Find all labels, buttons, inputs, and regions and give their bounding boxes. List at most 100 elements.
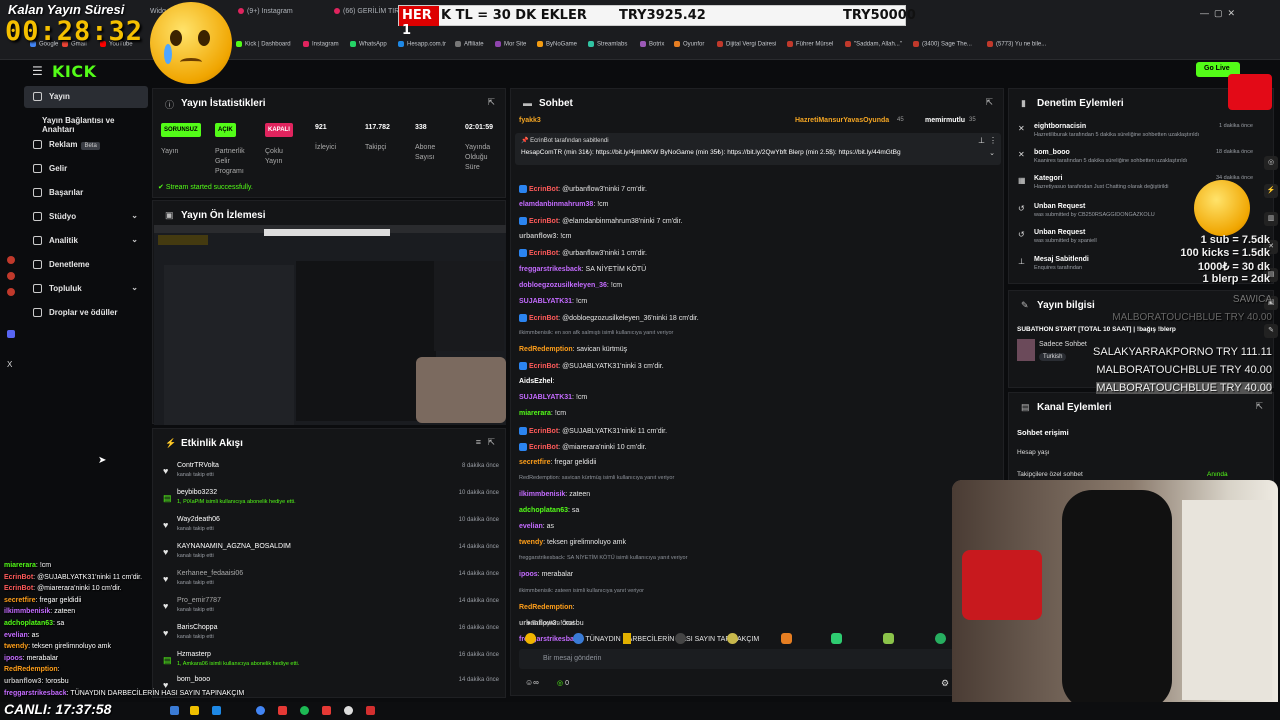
toolbar-icon[interactable]: ◎ — [1264, 156, 1278, 170]
bookmark-vergi[interactable]: Dijital Vergi Dairesi — [717, 41, 776, 48]
taskbar-app-icon[interactable] — [278, 706, 287, 715]
chat-username[interactable]: adchoplatan63 — [519, 507, 568, 514]
bookmark-sage[interactable]: (3400) Sage The... — [913, 41, 972, 48]
x-icon[interactable]: X — [7, 360, 12, 369]
bookmark-kick-dashboard[interactable]: Kick | Dashboard — [236, 41, 291, 48]
taskbar-app-icon[interactable] — [344, 706, 353, 715]
instagram-icon — [238, 8, 244, 15]
chrome-icon[interactable] — [256, 706, 265, 715]
chat-settings-icon[interactable]: ⚙ — [941, 678, 949, 689]
chat-username[interactable]: EcrinBot — [529, 218, 558, 225]
taskbar-app-icon[interactable] — [212, 706, 221, 715]
bookmark-botrix[interactable]: Botrix — [640, 41, 664, 48]
stat-partner: AÇIK Partnerlik Gelir Programı — [215, 123, 255, 177]
folder-icon[interactable] — [190, 706, 199, 715]
chat-username[interactable]: EcrinBot — [529, 250, 558, 257]
sidebar-item-reklam[interactable]: Reklam Beta — [24, 134, 148, 156]
bookmark-hesapp[interactable]: Hesapp.com.tr — [398, 41, 446, 48]
emote-bar[interactable] — [525, 633, 965, 645]
stream-preview-video[interactable] — [154, 225, 506, 425]
chat-username[interactable]: AidsEzhel — [519, 378, 552, 385]
bookmark-streamlabs[interactable]: Streamlabs — [588, 41, 627, 48]
chat-username[interactable]: evelian — [519, 523, 543, 530]
popout-icon[interactable]: ⇱ — [985, 97, 993, 108]
filter-icon[interactable]: ≡ — [476, 437, 481, 447]
chat-username[interactable]: twendy — [519, 539, 543, 546]
chat-username[interactable]: RedRedemption — [519, 604, 573, 611]
chat-username[interactable]: SUJABLYATK31 — [519, 298, 572, 305]
chat-username[interactable]: dobloegzozusilkeleyen_36 — [519, 282, 607, 289]
emote-icon — [573, 633, 584, 644]
followers-only-value[interactable]: Anında — [1207, 471, 1228, 478]
kick-logo[interactable]: KICK — [52, 62, 97, 81]
sidebar-item-topluluk[interactable]: Topluluk ⌄ — [24, 278, 148, 300]
bookmark-oyunfor[interactable]: Oyunfor — [674, 41, 704, 48]
chat-username[interactable]: EcrinBot — [529, 443, 558, 450]
studio-icon — [33, 212, 42, 221]
bookmark-fuhrer[interactable]: Führer Mürsel — [787, 41, 833, 48]
bookmark-instagram[interactable]: Instagram — [303, 41, 339, 48]
bookmark-whatsapp[interactable]: WhatsApp — [350, 41, 387, 48]
chat-username[interactable]: EcrinBot — [529, 315, 558, 322]
taskbar-app-icon[interactable] — [170, 706, 179, 715]
chat-username[interactable]: EcrinBot — [529, 363, 558, 370]
chat-message: adchoplatan63: sa — [519, 507, 580, 514]
discord-icon[interactable] — [7, 330, 15, 338]
chat-username[interactable]: EcrinBot — [529, 186, 558, 193]
popout-icon[interactable]: ⇱ — [487, 437, 495, 448]
bookmark-affiliate[interactable]: Affiliate — [455, 41, 484, 48]
chat-input[interactable]: Bir mesaj gönderin — [519, 649, 963, 669]
bookmark-mor-site[interactable]: Mor Site — [495, 41, 526, 48]
pinned-message[interactable]: 📌 EcrinBot tarafından sabitlendi HesapCo… — [515, 133, 1001, 165]
chat-username[interactable]: urbanflow3 — [519, 233, 556, 240]
chat-username[interactable]: RedRedemption — [519, 346, 573, 353]
sidebar-item-droplar[interactable]: Droplar ve ödüller — [24, 302, 148, 324]
chat-username[interactable]: freggarstrikesback — [519, 266, 582, 273]
youtube-icon[interactable] — [7, 256, 15, 264]
chevron-down-icon[interactable]: ⌄ — [989, 149, 995, 157]
spotify-icon[interactable] — [300, 706, 309, 715]
panel-title: Kanal Eylemleri — [1037, 402, 1112, 413]
window-controls[interactable]: — ▢ ✕ — [1200, 8, 1235, 19]
sidebar-item-analitik[interactable]: Analitik ⌄ — [24, 230, 148, 252]
tab-youtube[interactable]: (66) GERİLİM TIRN — [334, 8, 404, 15]
overlay-chat-message: evelian: as — [4, 631, 40, 639]
account-age-label[interactable]: Hesap yaşı — [1017, 449, 1050, 456]
popout-icon[interactable]: ⇱ — [1255, 401, 1263, 412]
chat-username[interactable]: SUJABLYATK31 — [519, 394, 572, 401]
chat-username[interactable]: EcrinBot — [529, 427, 558, 434]
sidebar-item-stream-key[interactable]: Yayın Bağlantısı ve Anahtarı — [24, 110, 148, 134]
taskbar-app-icon[interactable] — [322, 706, 331, 715]
bookmark-yu[interactable]: (5773) Yu ne bile... — [987, 41, 1046, 48]
emote-picker-icon[interactable]: ☺∞ — [525, 678, 539, 687]
sidebar-item-denetleme[interactable]: Denetleme — [24, 254, 148, 276]
tab-instagram[interactable]: (9+) Instagram — [238, 8, 293, 15]
channel-points[interactable]: ◎ 0 — [557, 679, 569, 687]
followers-only-setting[interactable]: Takipçilere özel sohbet — [1017, 471, 1083, 478]
sidebar-item-gelir[interactable]: Gelir — [24, 158, 148, 180]
chat-username[interactable]: ilkimmbenisik — [519, 491, 565, 498]
youtube-icon[interactable] — [7, 272, 15, 280]
stat-subscribers: 338 Abone Sayısı — [415, 124, 436, 161]
emote-icon — [525, 633, 536, 644]
bookmark-saddam[interactable]: "Saddam, Allah..." — [845, 41, 902, 48]
bookmark-bynogame[interactable]: ByNoGame — [537, 41, 577, 48]
youtube-icon[interactable] — [7, 288, 15, 296]
chat-username[interactable]: elamdanbinmahrum38 — [519, 201, 593, 208]
sidebar-item-yayin[interactable]: Yayın — [24, 86, 148, 108]
popout-icon[interactable]: ⇱ — [487, 97, 495, 108]
chat-message: secretfire: fregar geldidii — [519, 458, 597, 466]
sidebar-item-basarilar[interactable]: Başarılar — [24, 182, 148, 204]
chat-username[interactable]: miarerara — [519, 410, 551, 417]
chat-message: RedRedemption: — [519, 603, 575, 611]
chat-username[interactable]: secretfire — [519, 459, 551, 466]
chat-icon: ▬ — [523, 98, 532, 108]
toolbar-icon[interactable]: ⚡ — [1264, 184, 1278, 198]
taskbar-app-icon[interactable] — [366, 706, 375, 715]
sidebar-item-studyo[interactable]: Stüdyo ⌄ — [24, 206, 148, 228]
menu-icon[interactable]: ☰ — [32, 64, 43, 78]
more-icon[interactable]: ⋮ — [989, 136, 997, 145]
toolbar-icon[interactable]: ▥ — [1264, 212, 1278, 226]
chat-username[interactable]: ipoos — [519, 571, 538, 578]
pin-icon[interactable]: ⊥ — [978, 136, 985, 145]
